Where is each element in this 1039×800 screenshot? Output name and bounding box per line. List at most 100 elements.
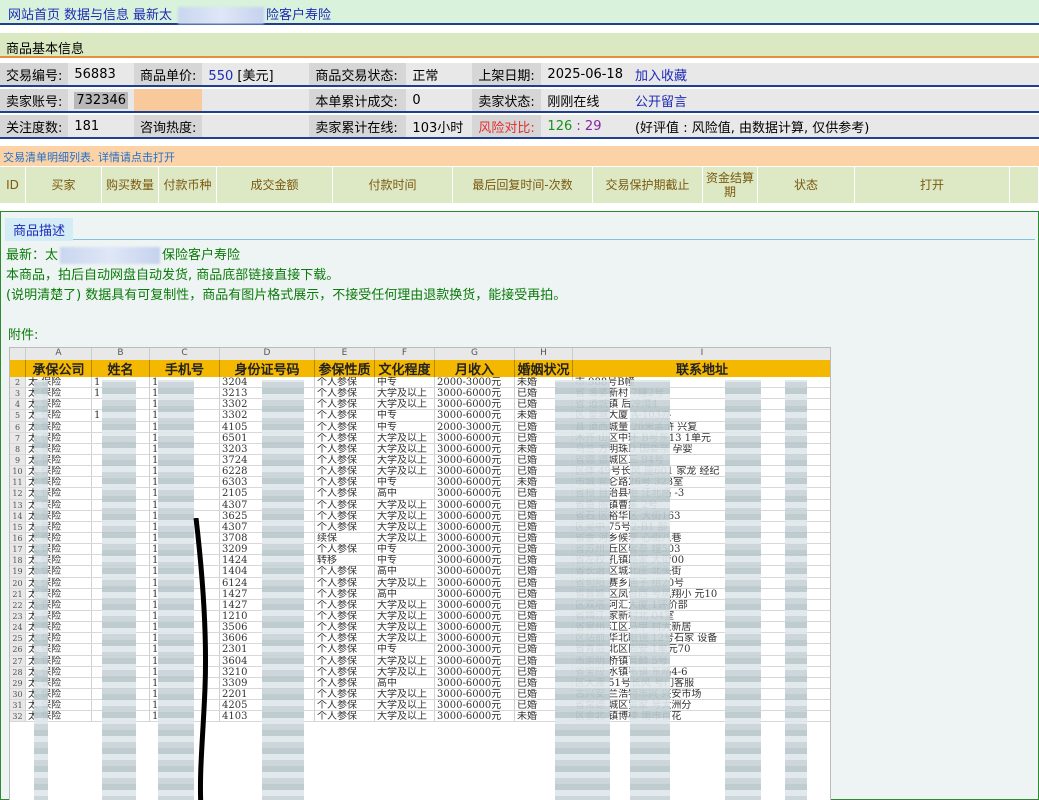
sheet-col-letter: F — [375, 348, 435, 360]
sheet-cell: 10 — [10, 466, 26, 477]
col-amount: 成交金额 — [217, 167, 333, 203]
sheet-cell: 大学及以上 — [375, 521, 435, 532]
sheet-cell: 16 — [10, 532, 26, 544]
col-buyer: 买家 — [26, 167, 102, 203]
sheet-cell: 大学及以上 — [375, 388, 435, 399]
description-title: 商品描述 — [5, 218, 74, 241]
sheet-cell: 大学及以上 — [375, 700, 435, 711]
tx-id-value: 56883 — [68, 63, 135, 87]
privacy-mask — [630, 380, 670, 800]
sheet-cell: 个人参保 — [315, 477, 375, 488]
privacy-mask — [262, 380, 304, 800]
sheet-cell: 中专 — [375, 644, 435, 655]
sheet-header-row: 承保公司 姓名 手机号 身份证号码 参保性质 文化程度 月收入 婚姻状况 联系地址 — [10, 360, 830, 377]
sheet-header-cell: 参保性质 — [315, 360, 375, 377]
heat-label: 咨询热度: — [134, 115, 203, 139]
sheet-cell: 15 — [10, 521, 26, 532]
follow-label: 关注度数: — [0, 115, 69, 139]
sheet-cell: 个人参保 — [315, 633, 375, 644]
sheet-cell: 个人参保 — [315, 610, 375, 622]
seller-status-label: 卖家状态: — [472, 89, 542, 113]
sheet-cell: 3000-6000元 — [435, 443, 515, 454]
sheet-cell: 个人参保 — [315, 566, 375, 577]
basic-info-table: 交易编号: 56883 商品单价: 550 [美元] 商品交易状态: 正常 上架… — [0, 61, 1039, 141]
transactions-caption-bar: 交易清单明细列表. 详情请点击打开 — [0, 146, 1039, 166]
heat-value — [202, 115, 310, 139]
sheet-cell: 大学及以上 — [375, 711, 435, 722]
info-row: 关注度数: 181 咨询热度: 卖家累计在线: 103小时 风险对比: 126 … — [0, 115, 1039, 139]
sheet-cell: 2000-3000元 — [435, 377, 515, 388]
add-favorite-link[interactable]: 加入收藏 — [628, 63, 1039, 87]
sheet-header-cell: 婚姻状况 — [515, 360, 573, 377]
data-info-link[interactable]: 数据与信息 — [64, 8, 129, 23]
sheet-header-cell: 姓名 — [92, 360, 150, 377]
sheet-cell: 大学及以上 — [375, 499, 435, 510]
sheet-cell: 3000-6000元 — [435, 633, 515, 644]
sheet-cell: 续保 — [315, 532, 375, 544]
online-label: 卖家累计在线: — [309, 115, 407, 139]
privacy-mask — [102, 380, 136, 800]
sheet-cell: 大学及以上 — [375, 655, 435, 666]
sheet-cell: 大学及以上 — [375, 510, 435, 521]
sheet-cell: 个人参保 — [315, 622, 375, 633]
sheet-cell: 高中 — [375, 677, 435, 688]
sheet-cell: 20 — [10, 577, 26, 588]
info-row: 交易编号: 56883 商品单价: 550 [美元] 商品交易状态: 正常 上架… — [0, 63, 1039, 87]
description-title-bar: 商品描述 — [5, 218, 1035, 241]
sheet-cell: 3000-6000元 — [435, 688, 515, 700]
sheet-cell: 大学及以上 — [375, 622, 435, 633]
sheet-cell: 个人参保 — [315, 655, 375, 666]
sheet-cell: 个人参保 — [315, 466, 375, 477]
privacy-mask — [785, 380, 807, 800]
sheet-col-letter: G — [435, 348, 515, 360]
sheet-cell: 9 — [10, 454, 26, 466]
sheet-cell: 3000-6000元 — [435, 454, 515, 466]
sheet-cell: 高中 — [375, 488, 435, 499]
product-title-link[interactable]: 最新太 险客户寿险 — [133, 7, 335, 24]
sheet-cell: 7 — [10, 432, 26, 443]
col-last-reply: 最后回复时间-次数 — [453, 167, 593, 203]
sheet-cell: 大学及以上 — [375, 432, 435, 443]
sheet-cell: 3000-6000元 — [435, 700, 515, 711]
sheet-cell: 3000-6000元 — [435, 588, 515, 599]
sheet-cell: 个人参保 — [315, 421, 375, 432]
risk-good: 126 — [547, 118, 573, 134]
desc-line1-suffix: 保险客户寿险 — [162, 248, 241, 263]
col-id: ID — [0, 167, 26, 203]
sheet-cell: 大学及以上 — [375, 532, 435, 544]
price-label: 商品单价: — [134, 63, 203, 87]
sheet-cell: 3000-6000元 — [435, 432, 515, 443]
sheet-cell: 转移 — [315, 555, 375, 566]
home-link[interactable]: 网站首页 — [8, 8, 60, 23]
sheet-cell: 大学及以上 — [375, 443, 435, 454]
sheet-cell: 个人参保 — [315, 377, 375, 388]
sheet-cell: 18 — [10, 555, 26, 566]
col-pay-time: 付款时间 — [333, 167, 453, 203]
seller-blank — [134, 89, 203, 113]
sheet-cell: 14 — [10, 510, 26, 521]
sheet-col-letter: I — [573, 348, 830, 360]
sheet-col-letter: D — [220, 348, 315, 360]
risk-sep: : — [576, 118, 581, 134]
sheet-cell: 个人参保 — [315, 499, 375, 510]
sheet-cell: 3000-6000元 — [435, 555, 515, 566]
sheet-cell: 个人参保 — [315, 644, 375, 655]
sheet-header-cell: 手机号 — [150, 360, 220, 377]
date-value: 2025-06-18 — [541, 63, 629, 87]
sheet-cell: 中专 — [375, 410, 435, 421]
sheet-cell: 中专 — [375, 421, 435, 432]
seller-status-value: 刚刚在线 — [541, 89, 629, 113]
sheet-cell: 个人参保 — [315, 521, 375, 532]
redaction-blur — [178, 7, 265, 24]
sheet-cell: 28 — [10, 666, 26, 677]
info-row: 卖家账号: 732346 本单累计成交: 0 卖家状态: 刚刚在线 公开留言 — [0, 89, 1039, 113]
sheet-col-letter — [10, 348, 26, 360]
sheet-column-letters: ABCDEFGHI — [10, 348, 830, 360]
transactions-caption[interactable]: 交易清单明细列表. 详情请点击打开 — [3, 149, 175, 165]
privacy-mask — [34, 380, 48, 800]
sheet-header-cell: 文化程度 — [375, 360, 435, 377]
public-message-link[interactable]: 公开留言 — [628, 89, 1039, 113]
sheet-cell: 6 — [10, 421, 26, 432]
status-value: 正常 — [406, 63, 473, 87]
tx-id-label: 交易编号: — [0, 63, 69, 87]
